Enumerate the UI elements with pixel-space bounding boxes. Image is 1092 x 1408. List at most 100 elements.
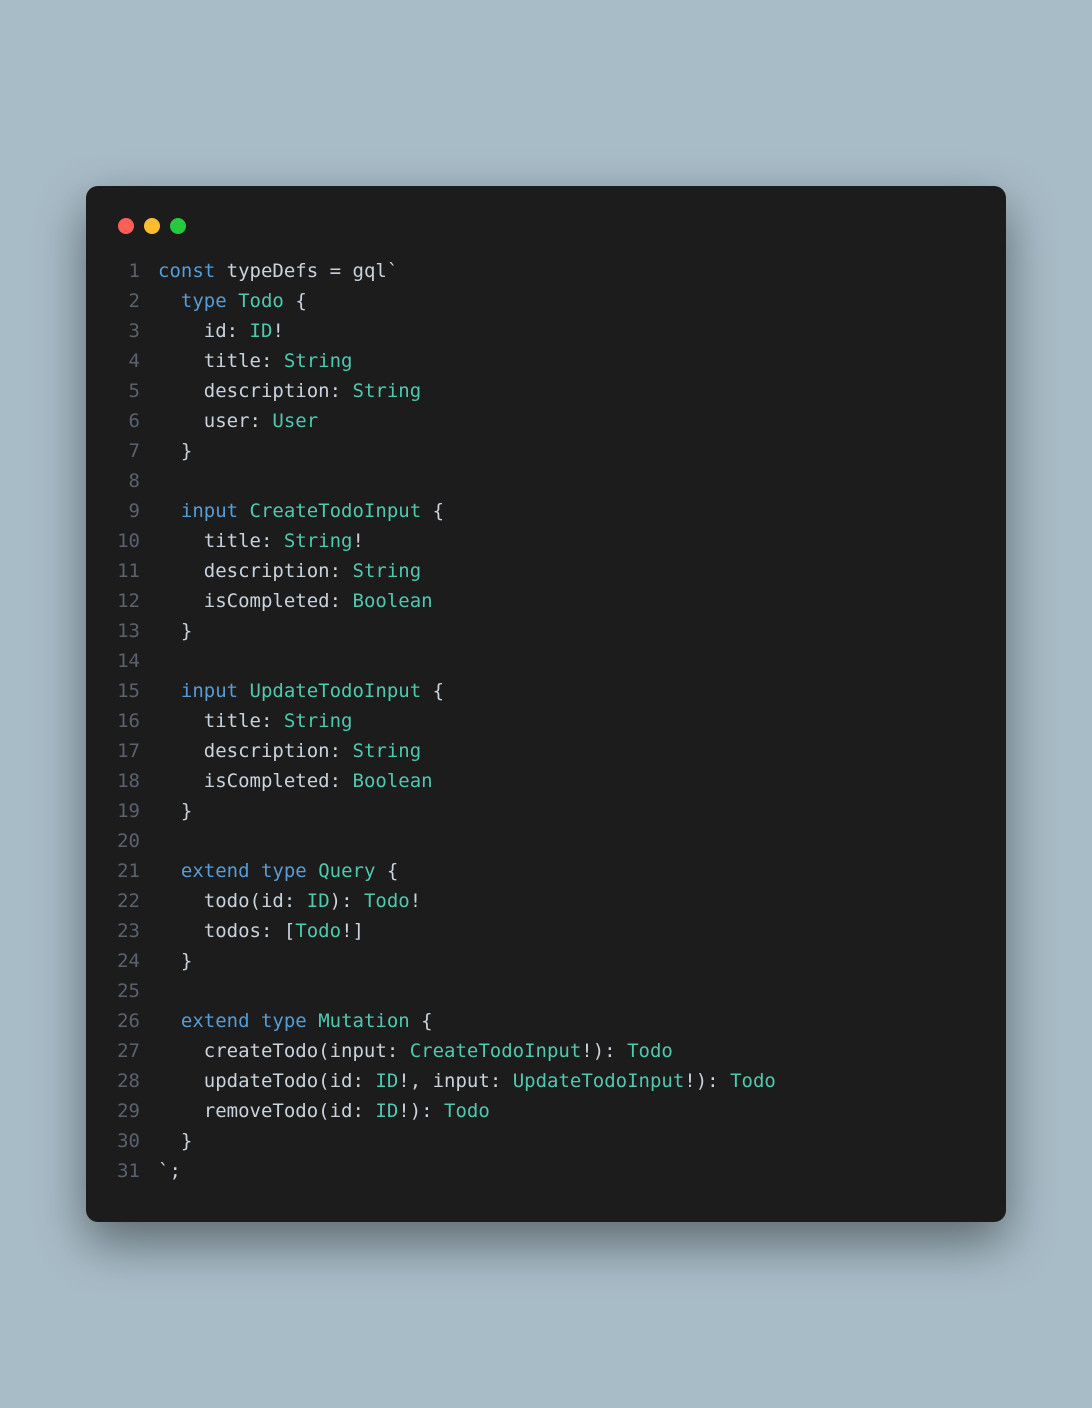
line-content: isCompleted: Boolean [158,586,433,616]
line-number: 29 [114,1096,158,1126]
code-line: 8 [114,466,978,496]
token: input [181,500,238,522]
token: typeDefs [227,260,319,282]
line-content: description: String [158,736,421,766]
token [158,320,204,342]
token: { [284,290,307,312]
code-line: 7 } [114,436,978,466]
token: gql [353,260,387,282]
line-number: 4 [114,346,158,376]
token: : [227,320,250,342]
line-content: user: User [158,406,318,436]
token [238,500,249,522]
code-line: 4 title: String [114,346,978,376]
token: ID [375,1100,398,1122]
token: ! [410,890,421,912]
line-number: 19 [114,796,158,826]
zoom-icon[interactable] [170,218,186,234]
token [158,500,181,522]
code-line: 24 } [114,946,978,976]
line-number: 10 [114,526,158,556]
token: isCompleted [204,590,330,612]
token: ( [318,1040,329,1062]
token: !] [341,920,364,942]
code-line: 14 [114,646,978,676]
line-number: 9 [114,496,158,526]
code-line: 22 todo(id: ID): Todo! [114,886,978,916]
line-number: 11 [114,556,158,586]
token [158,1010,181,1032]
token [158,680,181,702]
line-content: todos: [Todo!] [158,916,364,946]
token: : [261,710,284,732]
token: : [261,350,284,372]
token [158,560,204,582]
code-line: 20 [114,826,978,856]
token: removeTodo [204,1100,318,1122]
token: : [387,1040,410,1062]
line-content: id: ID! [158,316,284,346]
code-line: 30 } [114,1126,978,1156]
token: : [490,1070,513,1092]
token: ! [272,320,283,342]
token [158,350,204,372]
token: UpdateTodoInput [513,1070,685,1092]
line-content: createTodo(input: CreateTodoInput!): Tod… [158,1036,673,1066]
token: id [330,1100,353,1122]
token: ID [250,320,273,342]
token: ( [318,1070,329,1092]
token [158,770,204,792]
line-number: 27 [114,1036,158,1066]
token: : [261,530,284,552]
line-number: 28 [114,1066,158,1096]
code-line: 2 type Todo { [114,286,978,316]
code-line: 25 [114,976,978,1006]
token: createTodo [204,1040,318,1062]
token: Todo [730,1070,776,1092]
code-line: 29 removeTodo(id: ID!): Todo [114,1096,978,1126]
line-content: } [158,946,192,976]
line-number: 20 [114,826,158,856]
line-content: } [158,796,192,826]
token: ( [318,1100,329,1122]
token: } [158,800,192,822]
token [307,1010,318,1032]
token: : [353,1070,376,1092]
token: title [204,530,261,552]
code-block: 1const typeDefs = gql`2 type Todo {3 id:… [114,256,978,1186]
token: const [158,260,215,282]
token: } [158,620,192,642]
line-content: description: String [158,376,421,406]
line-number: 2 [114,286,158,316]
token: !): [684,1070,730,1092]
line-number: 17 [114,736,158,766]
line-content: } [158,436,192,466]
line-content: title: String! [158,526,364,556]
token: String [284,530,353,552]
token: Query [318,860,375,882]
token: { [375,860,398,882]
token: { [421,680,444,702]
code-line: 6 user: User [114,406,978,436]
line-content: removeTodo(id: ID!): Todo [158,1096,490,1126]
line-content: title: String [158,346,353,376]
token: extend [181,1010,250,1032]
line-content: isCompleted: Boolean [158,766,433,796]
line-content: extend type Query { [158,856,398,886]
token: ` [387,260,398,282]
line-number: 7 [114,436,158,466]
token [250,1010,261,1032]
token [158,920,204,942]
minimize-icon[interactable] [144,218,160,234]
token: } [158,1130,192,1152]
close-icon[interactable] [118,218,134,234]
token: description [204,380,330,402]
token: } [158,950,192,972]
code-line: 10 title: String! [114,526,978,556]
token: : [330,770,353,792]
token: description [204,740,330,762]
token: : [353,1100,376,1122]
token: todos [204,920,261,942]
token: input [433,1070,490,1092]
token: id [261,890,284,912]
